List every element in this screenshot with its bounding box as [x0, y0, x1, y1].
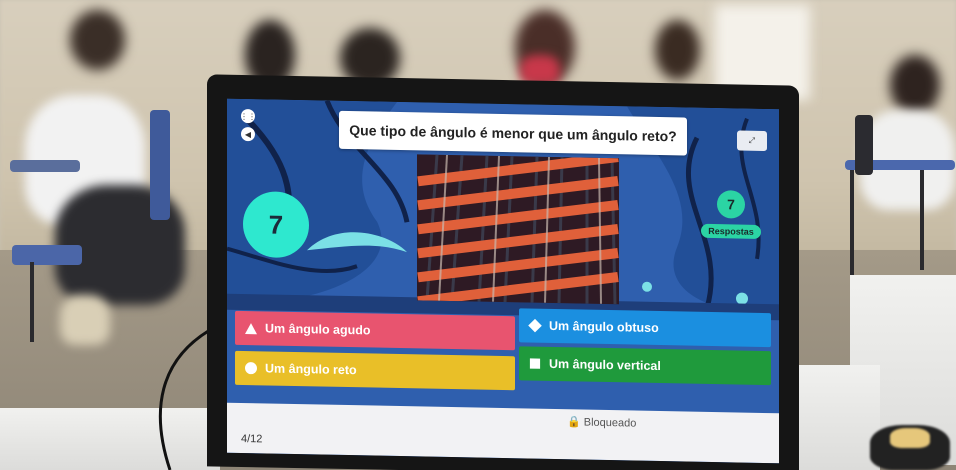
quiz-footer: 🔒 Bloqueado 4/12	[227, 402, 779, 464]
answers-counter: 7 Respostas	[701, 190, 761, 239]
student-head	[890, 55, 940, 115]
question-progress: 4/12	[241, 432, 263, 446]
question-text: Que tipo de ângulo é menor que um ângulo…	[339, 110, 687, 156]
answer-option-diamond[interactable]: Um ângulo obtuso	[519, 308, 771, 348]
chair-leg	[850, 170, 854, 290]
sound-icon[interactable]: ◀	[241, 126, 255, 142]
answer-label: Um ângulo reto	[265, 361, 357, 378]
laptop-screen: ⋮⋮ ◀ Que tipo de ângulo é menor que um â…	[227, 98, 779, 464]
woven-wood-image	[417, 154, 619, 305]
answer-option-circle[interactable]: Um ângulo reto	[235, 350, 515, 391]
school-desk	[10, 160, 80, 172]
lock-status-label: Bloqueado	[583, 416, 637, 430]
square-icon	[529, 358, 541, 369]
diamond-icon	[528, 318, 542, 333]
lock-status: 🔒 Bloqueado	[567, 415, 636, 429]
answer-label: Um ângulo obtuso	[549, 318, 659, 335]
circle-icon	[245, 362, 257, 375]
fullscreen-button[interactable]: ⤢	[737, 130, 767, 152]
triangle-icon	[245, 322, 257, 334]
countdown-timer: 7	[243, 191, 309, 259]
answer-label: Um ângulo agudo	[265, 321, 371, 338]
menu-icon[interactable]: ⋮⋮	[240, 108, 256, 124]
question-image	[417, 154, 619, 305]
classroom-photo: ⋮⋮ ◀ Que tipo de ângulo é menor que um â…	[0, 0, 956, 470]
lock-icon: 🔒	[567, 416, 581, 429]
chair-back	[855, 115, 873, 175]
student-head	[70, 10, 125, 70]
student-head	[655, 20, 700, 80]
answer-option-square[interactable]: Um ângulo vertical	[519, 346, 771, 386]
answer-option-triangle[interactable]: Um ângulo agudo	[235, 310, 515, 351]
object-on-desk	[890, 428, 930, 448]
answers-count-number: 7	[717, 190, 745, 219]
chair-leg	[30, 262, 34, 342]
school-chair	[12, 245, 82, 265]
answers-count-label: Respostas	[701, 223, 761, 239]
laptop: ⋮⋮ ◀ Que tipo de ângulo é menor que um â…	[207, 74, 799, 470]
chair-back	[150, 110, 170, 220]
student-left-shoe	[60, 295, 110, 345]
chair-leg	[920, 170, 924, 270]
answer-label: Um ângulo vertical	[549, 356, 661, 374]
